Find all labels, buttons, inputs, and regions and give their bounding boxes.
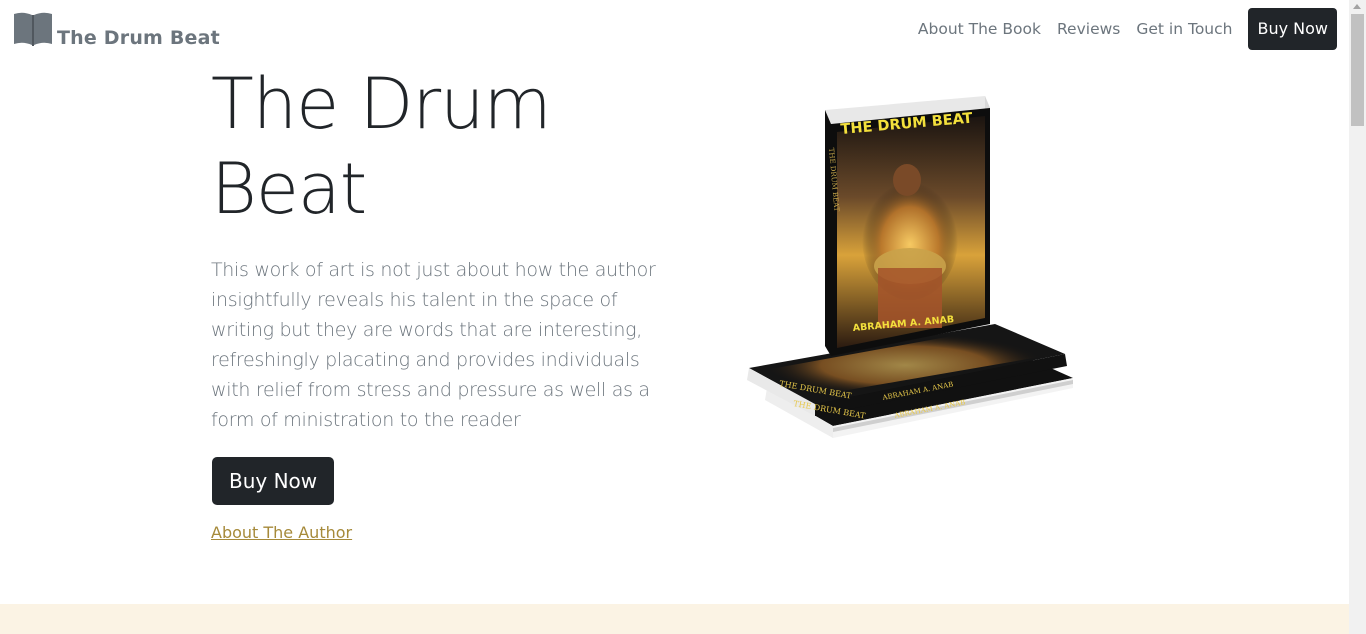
hero-description: This work of art is not just about how t…	[211, 259, 656, 431]
about-author-link[interactable]: About The Author	[211, 523, 352, 542]
scroll-up-arrow-icon[interactable]	[1353, 4, 1361, 9]
navbar-brand[interactable]: The Drum Beat	[12, 10, 220, 49]
top-nav: About The Book Reviews Get in Touch Buy …	[918, 8, 1337, 50]
nav-get-in-touch[interactable]: Get in Touch	[1136, 20, 1232, 38]
vertical-scrollbar[interactable]	[1349, 0, 1366, 634]
nav-buy-now-button[interactable]: Buy Now	[1248, 8, 1337, 50]
next-section-band	[0, 604, 1349, 634]
standing-book: THE DRUM BEAT ABRAHAM A. ANAB THE DRUM B…	[825, 96, 990, 356]
nav-reviews[interactable]: Reviews	[1057, 20, 1120, 38]
hero-buy-now-button[interactable]: Buy Now	[212, 457, 335, 505]
book-stack-image: THE DRUM BEAT ABRAHAM A. ANAB THE DRUM B…	[747, 96, 1073, 438]
page: The Drum Beat About The Book Reviews Get…	[0, 0, 1349, 634]
open-book-icon	[14, 12, 52, 46]
brand-name: The Drum Beat	[57, 27, 220, 49]
nav-about-book[interactable]: About The Book	[918, 20, 1041, 38]
scrollbar-thumb[interactable]	[1351, 14, 1364, 126]
hero-title: The Drum Beat	[211, 63, 552, 230]
